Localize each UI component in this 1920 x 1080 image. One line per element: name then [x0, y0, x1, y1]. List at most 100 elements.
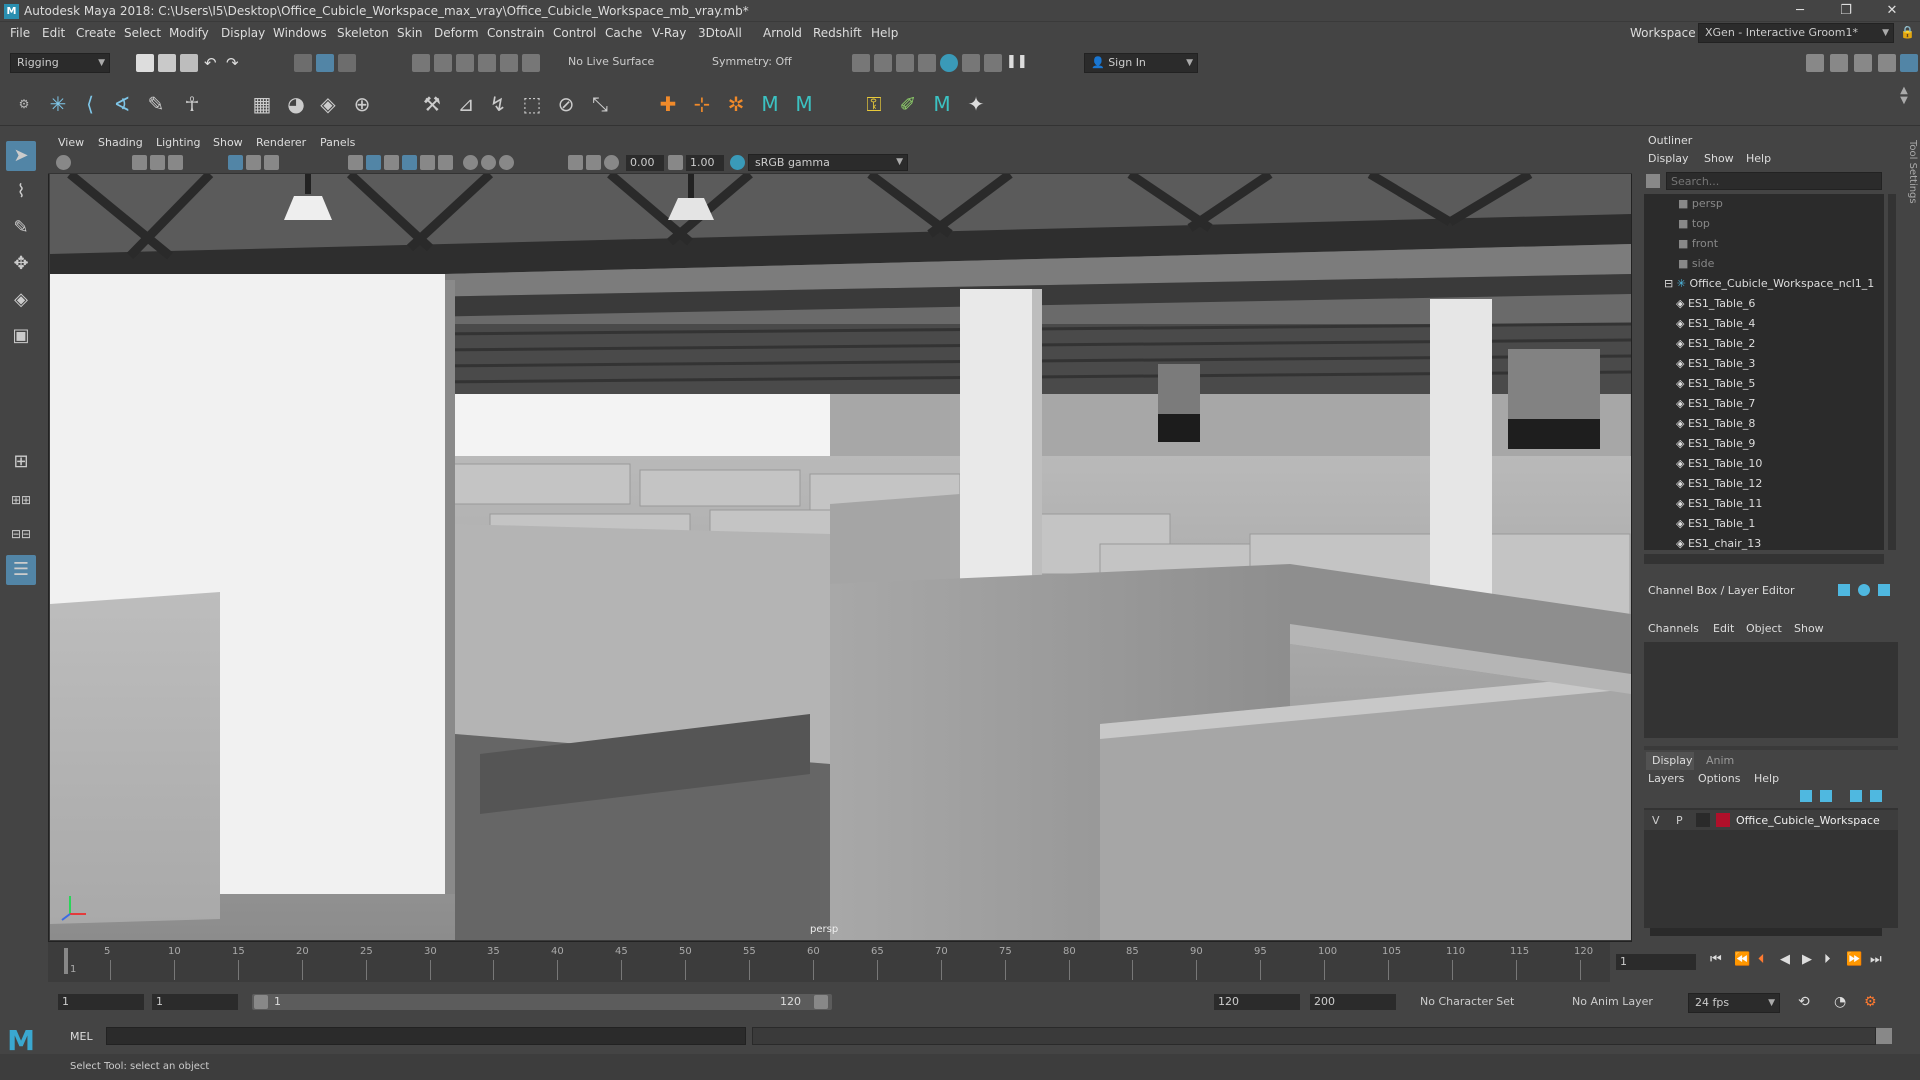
step-back-frame-icon[interactable]: ⏴	[1758, 952, 1765, 967]
vp-menu-renderer[interactable]: Renderer	[256, 136, 306, 149]
snap-curve-icon[interactable]	[434, 54, 452, 72]
3d-viewport[interactable]: persp	[50, 174, 1631, 940]
anim-layer-dropdown[interactable]: No Anim Layer	[1566, 993, 1678, 1013]
cb-menu-channels[interactable]: Channels	[1648, 622, 1699, 635]
wrap-icon[interactable]: ◕	[282, 90, 310, 118]
motion-blur-icon[interactable]	[481, 155, 496, 170]
live-surface-field[interactable]: No Live Surface	[562, 53, 662, 73]
playback-start-field[interactable]: 1	[152, 994, 238, 1010]
undo-icon[interactable]: ↶	[204, 54, 222, 72]
outliner-item-persp[interactable]: ■ persp	[1644, 194, 1884, 214]
menu-skin[interactable]: Skin	[397, 26, 423, 40]
menuset-dropdown[interactable]: Rigging ▼	[10, 53, 110, 73]
move-layer-down-icon[interactable]	[1820, 790, 1832, 802]
go-to-start-icon[interactable]: ⏮	[1710, 952, 1722, 967]
vp-menu-shading[interactable]: Shading	[98, 136, 143, 149]
cb-menu-show[interactable]: Show	[1794, 622, 1824, 635]
snap-view-icon[interactable]	[478, 54, 496, 72]
layer-horizontal-scrollbar[interactable]	[1650, 928, 1882, 936]
outliner-menu-display[interactable]: Display	[1648, 152, 1689, 165]
rotate-tool-icon[interactable]: ◈	[6, 285, 36, 315]
select-component-icon[interactable]	[338, 54, 356, 72]
scale-tool-icon[interactable]: ▣	[6, 321, 36, 351]
tab-display[interactable]: Display	[1646, 752, 1694, 770]
command-input[interactable]	[106, 1027, 746, 1045]
symmetry-field[interactable]: Symmetry: Off	[706, 53, 806, 73]
animation-start-field[interactable]: 1	[58, 994, 144, 1010]
outliner-search-input[interactable]	[1666, 172, 1882, 190]
lattice-icon[interactable]: ▦	[248, 90, 276, 118]
exposure-field[interactable]: 0.00	[626, 155, 664, 171]
vp-menu-view[interactable]: View	[58, 136, 84, 149]
shadows-icon[interactable]	[438, 155, 453, 170]
ik-handle-icon[interactable]: ⟨	[76, 90, 104, 118]
nonlinear-icon[interactable]: ⤡	[586, 90, 614, 118]
outliner-horizontal-scrollbar[interactable]	[1644, 554, 1884, 564]
smooth-bind-icon[interactable]: ⊿	[452, 90, 480, 118]
outliner-vertical-scrollbar[interactable]	[1888, 194, 1896, 550]
mash-icon[interactable]: M	[928, 90, 956, 118]
bookmarks-icon[interactable]	[150, 155, 165, 170]
time-slider[interactable]: 1 5 10 15 20 25 30 35 40 45 50 55 60 65 70 75 80 85 90 95 1…	[48, 942, 1882, 982]
outliner-item-child[interactable]: ◈ ES1_chair_13	[1644, 534, 1884, 550]
menu-windows[interactable]: Windows	[273, 26, 327, 40]
outliner-item-child[interactable]: ◈ ES1_Table_11	[1644, 494, 1884, 514]
layer-row[interactable]: V P Office_Cubicle_Workspace	[1644, 810, 1898, 830]
sign-in-dropdown[interactable]: 👤 Sign In ▼	[1084, 53, 1198, 73]
film-gate-icon[interactable]	[246, 155, 261, 170]
image-plane-icon[interactable]	[168, 155, 183, 170]
gamma-icon[interactable]	[668, 155, 683, 170]
outliner-item-child[interactable]: ◈ ES1_Table_8	[1644, 414, 1884, 434]
gamma-field[interactable]: 1.00	[686, 155, 724, 171]
outliner-item-child[interactable]: ◈ ES1_Table_6	[1644, 294, 1884, 314]
lasso-tool-icon[interactable]: ⌇	[6, 177, 36, 207]
joint-tool-icon[interactable]: ✳	[44, 90, 72, 118]
step-back-key-icon[interactable]: ⏪	[1734, 952, 1750, 967]
menu-deform[interactable]: Deform	[434, 26, 479, 40]
resolution-gate-icon[interactable]	[264, 155, 279, 170]
move-tool-icon[interactable]: ✥	[6, 249, 36, 279]
render-settings-icon[interactable]	[918, 54, 936, 72]
step-forward-key-icon[interactable]: ⏩	[1846, 952, 1862, 967]
channel-box-sync-icon[interactable]	[1858, 584, 1870, 596]
hypershade-icon[interactable]	[940, 54, 958, 72]
cluster-icon[interactable]: ◈	[314, 90, 342, 118]
range-end-handle[interactable]	[814, 995, 828, 1009]
textured-icon[interactable]	[402, 155, 417, 170]
render-view-icon[interactable]	[852, 54, 870, 72]
outliner-menu-show[interactable]: Show	[1704, 152, 1734, 165]
scale-constraint-icon[interactable]: M	[790, 90, 818, 118]
outliner-item-child[interactable]: ◈ ES1_Table_2	[1644, 334, 1884, 354]
open-scene-icon[interactable]	[158, 54, 176, 72]
sculpt-icon[interactable]: ⊕	[348, 90, 376, 118]
modeling-toolkit-icon[interactable]	[1806, 54, 1824, 72]
cb-menu-edit[interactable]: Edit	[1713, 622, 1734, 635]
ambient-occlusion-icon[interactable]	[463, 155, 478, 170]
play-backward-icon[interactable]: ◀	[1780, 952, 1790, 967]
outliner-item-child[interactable]: ◈ ES1_Table_5	[1644, 374, 1884, 394]
parent-constraint-icon[interactable]: M	[756, 90, 784, 118]
tool-settings-side-tab[interactable]: Tool Settings	[1904, 140, 1918, 220]
new-layer-selected-icon[interactable]	[1870, 790, 1882, 802]
anim-preferences-icon[interactable]: ⚙	[1864, 994, 1877, 1010]
menu-redshift[interactable]: Redshift	[813, 26, 862, 40]
vp-menu-show[interactable]: Show	[213, 136, 243, 149]
current-frame-field[interactable]: 1	[1616, 954, 1696, 970]
layer-menu-layers[interactable]: Layers	[1648, 772, 1684, 785]
vp-menu-lighting[interactable]: Lighting	[156, 136, 200, 149]
outliner-item-top[interactable]: ■ top	[1644, 214, 1884, 234]
shelf-scroll-icon[interactable]: ▲ ▼	[1890, 86, 1918, 114]
cb-menu-object[interactable]: Object	[1746, 622, 1782, 635]
collapse-icon[interactable]: ⊟	[1664, 277, 1677, 290]
outliner-filter-icon[interactable]	[1646, 174, 1660, 188]
step-forward-frame-icon[interactable]: ⏵	[1824, 952, 1831, 967]
color-space-dropdown[interactable]: sRGB gamma ▼	[748, 154, 908, 171]
menu-3dtoall[interactable]: 3DtoAll	[698, 26, 742, 40]
layer-color-swatch[interactable]	[1716, 813, 1730, 827]
outliner-item-side[interactable]: ■ side	[1644, 254, 1884, 274]
xray-icon[interactable]	[586, 155, 601, 170]
lock-icon[interactable]: 🔒	[1900, 25, 1915, 39]
paint-select-tool-icon[interactable]: ✎	[6, 213, 36, 243]
menu-vray[interactable]: V-Ray	[652, 26, 686, 40]
last-tool-icon[interactable]: ⊞	[6, 447, 36, 477]
